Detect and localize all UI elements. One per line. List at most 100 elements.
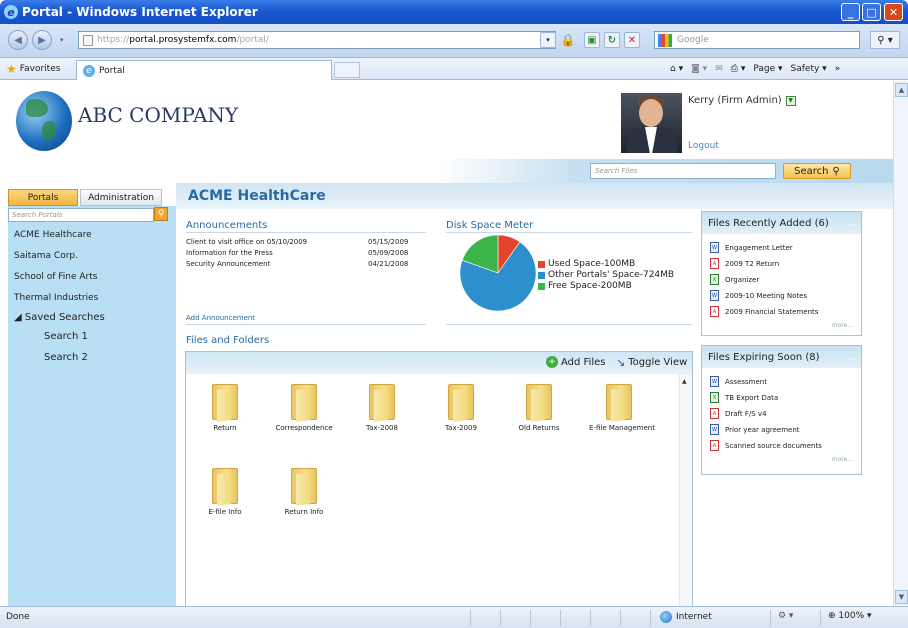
security-zone[interactable]: Internet: [660, 611, 712, 623]
folder-label: Old Returns: [518, 424, 560, 432]
folder-label: Correspondence: [275, 424, 333, 432]
compatibility-icon[interactable]: ▣: [584, 32, 600, 48]
announcement-text[interactable]: Information for the Press: [186, 249, 273, 257]
portal-item[interactable]: Saitama Corp.: [14, 251, 78, 261]
search-provider-input[interactable]: Google: [654, 31, 860, 49]
scroll-up-icon[interactable]: ▲: [895, 83, 908, 97]
home-icon[interactable]: ⌂ ▾: [670, 64, 683, 74]
folder-item[interactable]: E-file Management: [586, 384, 666, 444]
file-item[interactable]: A Draft F/S v4: [710, 408, 767, 419]
url-path: /portal/: [236, 35, 269, 45]
saved-search-item[interactable]: Search 1: [44, 331, 88, 342]
feeds-icon[interactable]: ◙ ▾: [691, 64, 707, 74]
file-item[interactable]: A 2009 T2 Return: [710, 258, 779, 269]
file-name: Draft F/S v4: [725, 409, 767, 418]
disk-space-pie-chart: [459, 234, 537, 312]
file-item[interactable]: X TB Export Data: [710, 392, 778, 403]
company-name: ABC COMPANY: [78, 103, 239, 127]
search-button[interactable]: Search ⚲: [783, 163, 851, 179]
add-announcement-link[interactable]: Add Announcement: [186, 314, 255, 322]
address-dropdown-icon[interactable]: ▾: [540, 32, 556, 48]
announcement-text[interactable]: Security Announcement: [186, 260, 270, 268]
file-name: 2009-10 Meeting Notes: [725, 291, 808, 300]
chevron-more-icon[interactable]: »: [835, 64, 841, 74]
page-menu[interactable]: Page ▾: [753, 64, 782, 74]
protected-mode-icon[interactable]: ⚙ ▾: [778, 611, 793, 621]
user-dropdown-icon[interactable]: ▼: [785, 95, 796, 106]
favorites-label: Favorites: [19, 64, 61, 74]
forward-button[interactable]: ▶: [32, 30, 52, 50]
files-folders-title: Files and Folders: [186, 335, 270, 346]
page-scrollbar[interactable]: ▲ ▼: [893, 81, 908, 606]
folder-item[interactable]: Return Info: [271, 468, 351, 528]
tab-administration[interactable]: Administration: [80, 189, 162, 206]
back-button[interactable]: ◀: [8, 30, 28, 50]
file-item[interactable]: W Prior year agreement: [710, 424, 800, 435]
globe-logo-icon: [16, 91, 72, 151]
files-scrollbar[interactable]: ▲: [679, 374, 692, 606]
file-item[interactable]: A 2009 Financial Statements: [710, 306, 818, 317]
search-provider-button[interactable]: ⚲ ▾: [870, 31, 900, 49]
page-content: ABC COMPANY Kerry (Firm Admin) ▼ Logout …: [0, 81, 893, 606]
safety-menu[interactable]: Safety ▾: [791, 64, 827, 74]
search-icon: ⚲: [832, 165, 840, 177]
address-bar[interactable]: https://portal.prosystemfx.com/portal/: [78, 31, 556, 49]
toggle-view-icon: ↘: [616, 356, 626, 369]
maximize-button[interactable]: □: [862, 3, 881, 21]
collapse-icon[interactable]: ︿: [848, 218, 855, 228]
tab-portals[interactable]: Portals: [8, 189, 78, 206]
favorites-button[interactable]: ★ Favorites: [6, 61, 60, 77]
portal-item[interactable]: ACME Healthcare: [14, 230, 92, 240]
portal-item[interactable]: Thermal Industries: [14, 293, 98, 303]
folder-item[interactable]: Tax-2009: [428, 384, 508, 444]
toggle-view-button[interactable]: ↘ Toggle View: [616, 356, 687, 369]
folder-item[interactable]: Tax-2008: [349, 384, 429, 444]
recent-files-header[interactable]: Files Recently Added (6) ︿: [702, 212, 861, 234]
folder-item[interactable]: E-file Info: [192, 468, 272, 528]
more-link[interactable]: more...: [832, 456, 853, 463]
lock-icon[interactable]: 🔒: [560, 32, 576, 48]
file-item[interactable]: W Assessment: [710, 376, 767, 387]
expiring-files-header[interactable]: Files Expiring Soon (8) ︿: [702, 346, 861, 368]
saved-searches-toggle[interactable]: ◢ Saved Searches: [14, 312, 105, 323]
refresh-icon[interactable]: ↻: [604, 32, 620, 48]
file-item[interactable]: A Scanned source documents: [710, 440, 822, 451]
folder-item[interactable]: Old Returns: [506, 384, 586, 444]
folder-item[interactable]: Correspondence: [271, 384, 351, 444]
search-files-input[interactable]: Search Files: [590, 163, 776, 179]
scroll-down-icon[interactable]: ▼: [895, 590, 908, 604]
zoom-control[interactable]: ⊕ 100% ▾: [828, 611, 872, 621]
browser-tab-portal[interactable]: e Portal: [76, 60, 332, 80]
file-name: Scanned source documents: [725, 441, 822, 450]
folder-item[interactable]: Return: [192, 384, 272, 444]
avatar: [621, 93, 682, 153]
search-portals-input[interactable]: Search Portals: [8, 208, 154, 222]
word-file-icon: W: [710, 424, 719, 435]
file-item[interactable]: W 2009-10 Meeting Notes: [710, 290, 807, 301]
close-window-button[interactable]: ✕: [884, 3, 903, 21]
print-icon[interactable]: ⎙ ▾: [731, 64, 746, 74]
file-item[interactable]: W Engagement Letter: [710, 242, 793, 253]
add-files-button[interactable]: + Add Files: [546, 356, 605, 368]
history-dropdown-icon[interactable]: ▾: [60, 36, 64, 44]
file-name: Organizer: [725, 275, 760, 284]
new-tab-button[interactable]: [334, 62, 360, 78]
file-name: TB Export Data: [725, 393, 779, 402]
stop-icon[interactable]: ✕: [624, 32, 640, 48]
announcement-text[interactable]: Client to visit office on 05/10/2009: [186, 238, 307, 246]
mail-icon[interactable]: ✉: [715, 64, 723, 74]
expiring-files-panel: Files Expiring Soon (8) ︿ W Assessment XT…: [701, 345, 862, 475]
more-link[interactable]: more...: [832, 322, 853, 329]
zoom-icon: ⊕: [828, 611, 836, 621]
portal-search-icon[interactable]: ⚲: [154, 207, 168, 221]
file-item[interactable]: X Organizer: [710, 274, 759, 285]
user-menu[interactable]: Kerry (Firm Admin) ▼: [688, 95, 796, 106]
scroll-up-icon[interactable]: ▲: [682, 378, 687, 385]
folder-icon: [212, 468, 238, 504]
collapse-icon[interactable]: ︿: [848, 352, 855, 362]
address-toolbar: ◀ ▶ ▾ https://portal.prosystemfx.com/por…: [0, 24, 908, 58]
portal-item[interactable]: School of Fine Arts: [14, 272, 97, 282]
saved-search-item[interactable]: Search 2: [44, 352, 88, 363]
minimize-button[interactable]: _: [841, 3, 860, 21]
logout-link[interactable]: Logout: [688, 141, 719, 151]
